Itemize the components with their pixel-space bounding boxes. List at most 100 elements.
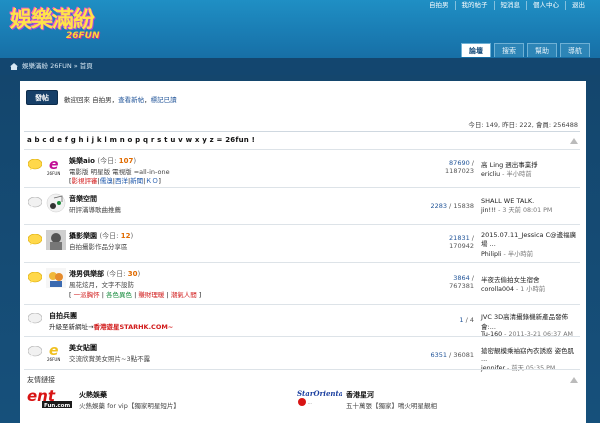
e-26fun-icon: e 26FUN bbox=[47, 343, 60, 362]
subforum-link[interactable]: ＫＯ bbox=[145, 177, 158, 185]
last-post-user[interactable]: corolla004 bbox=[481, 286, 514, 293]
entfun-logo[interactable]: ent Fun.com bbox=[26, 387, 74, 409]
tab-search[interactable]: 搜索 bbox=[494, 43, 524, 57]
forum-description: 風花炫月，文字不設防 bbox=[69, 281, 134, 289]
category-title[interactable]: a b c d e f g h i j k l m n o p q r s t … bbox=[27, 136, 255, 144]
forum-panel: 發帖 歡迎回來 自拍男，查看新帖，標記已讀 今日: 149, 昨日: 222, … bbox=[20, 81, 586, 423]
breadcrumb[interactable]: 娛樂滿紛 26FUN » 首頁 bbox=[22, 62, 93, 70]
topic-count: 1 bbox=[459, 316, 464, 324]
topnav-username[interactable]: 自拍男 bbox=[423, 1, 455, 10]
no-new-posts-bubble-icon bbox=[28, 197, 42, 208]
staroriental-logo-image: StarOriental ... bbox=[297, 389, 342, 406]
last-post-user[interactable]: jin!!! bbox=[481, 207, 496, 214]
post-count: 767381 bbox=[449, 282, 474, 290]
forum-title[interactable]: 攝影樂園 (今日: 12) bbox=[69, 231, 133, 241]
friend-link-desc: 火熱娛藥 for vip【獨家明星短片】 bbox=[79, 402, 180, 410]
svg-text:26FUN: 26FUN bbox=[47, 171, 60, 176]
friend-link-title[interactable]: 香港星河 bbox=[346, 390, 374, 400]
forum-name[interactable]: 攝影樂園 bbox=[69, 232, 97, 240]
forum-title[interactable]: 娛樂aio (今日: 107) bbox=[69, 156, 136, 166]
hk-men-icon bbox=[46, 268, 66, 288]
site-header: 娛樂滿紛 26FUN 自拍男 我的帖子 短消息 個人中心 退出 論壇 搜索 幫助… bbox=[0, 0, 600, 58]
subforum-link[interactable]: 各色異色 bbox=[106, 291, 132, 299]
site-logo[interactable]: 娛樂滿紛 26FUN bbox=[10, 2, 110, 46]
entfun-logo-image: ent Fun.com bbox=[27, 387, 72, 409]
topic-count: 21831 bbox=[449, 234, 470, 242]
tab-forum[interactable]: 論壇 bbox=[461, 43, 491, 57]
forum-name[interactable]: 音樂空間 bbox=[69, 195, 97, 203]
no-new-posts-bubble-icon bbox=[28, 313, 42, 324]
forum-row: 音樂空間 研評滿導歌曲推薦 2283 / 15838 SHALL WE TALK… bbox=[24, 191, 580, 223]
tab-help[interactable]: 幫助 bbox=[527, 43, 557, 57]
view-new-posts-link[interactable]: 查看新帖 bbox=[118, 96, 144, 104]
collapse-icon[interactable] bbox=[570, 377, 578, 383]
subforum-link[interactable]: 潮氣人間 bbox=[171, 291, 197, 299]
tab-navigation[interactable]: 導航 bbox=[560, 43, 590, 57]
last-post-time: 1 小時前 bbox=[520, 286, 546, 293]
forum-row: e 26FUN 美女貼圖 交流欣賞美女照片~3點不露 6351 / 36081 … bbox=[24, 340, 580, 372]
last-post-title[interactable]: 搶密靚模乘袖窈內衣誘惑 姿色肌 ... bbox=[481, 345, 581, 363]
friend-link-desc: 五十萬張【獨家】鳴火明星靚相 bbox=[346, 402, 437, 410]
post-count: 15838 bbox=[453, 202, 474, 210]
divider bbox=[24, 131, 580, 132]
collapse-icon[interactable] bbox=[570, 138, 578, 144]
friend-link-title[interactable]: 火熱娛藥 bbox=[79, 390, 107, 400]
forum-title[interactable]: 港男俱樂部 (今日: 30) bbox=[69, 269, 140, 279]
topic-count: 87690 bbox=[449, 159, 470, 167]
forum-name[interactable]: 娛樂aio bbox=[69, 157, 95, 165]
subforum-link[interactable]: 西洋 bbox=[115, 177, 128, 185]
topnav-logout[interactable]: 退出 bbox=[565, 1, 591, 10]
today-count: (今日: 107) bbox=[97, 157, 137, 165]
welcome-text: 歡迎回來 自拍男， bbox=[64, 96, 119, 104]
today-count: (今日: 12) bbox=[99, 232, 134, 240]
subforum-link[interactable]: 儒溴 bbox=[100, 177, 113, 185]
last-post-title[interactable]: SHALL WE TALK. bbox=[481, 197, 581, 205]
topnav-messages[interactable]: 短消息 bbox=[493, 1, 527, 10]
divider bbox=[24, 149, 580, 150]
forum-title[interactable]: 音樂空間 bbox=[69, 194, 97, 204]
last-post-user[interactable]: ericliu bbox=[481, 171, 500, 178]
last-post-time: 3 天前 08:01 PM bbox=[502, 207, 553, 214]
last-post: 搶密靚模乘袖窈內衣誘惑 姿色肌 ... jennifer - 前天 05:35 … bbox=[481, 345, 581, 372]
topnav-user-center[interactable]: 個人中心 bbox=[526, 1, 565, 10]
topic-count: 2283 bbox=[430, 202, 447, 210]
topnav-my-posts[interactable]: 我的帖子 bbox=[454, 1, 494, 10]
last-post-title[interactable]: 高 Ling 週出事業掙 bbox=[481, 159, 581, 169]
last-post: 2015.07.11_Jessica C@邊福廣場 ... Philipli -… bbox=[481, 231, 581, 258]
new-post-button[interactable]: 發帖 bbox=[26, 90, 58, 105]
forum-name[interactable]: 美女貼圖 bbox=[69, 344, 97, 352]
subforum-link[interactable]: 影視評審 bbox=[72, 177, 98, 185]
friend-links-heading: 友情鏈接 bbox=[27, 376, 55, 384]
divider bbox=[24, 262, 580, 263]
svg-text:26FUN: 26FUN bbox=[47, 357, 60, 362]
forum-name[interactable]: 港男俱樂部 bbox=[69, 270, 104, 278]
subforum-links: [影視評審|儒溴|西洋|新聞|ＫＯ] bbox=[69, 177, 161, 185]
forum-title[interactable]: 自拍兵團 bbox=[49, 311, 77, 321]
logo-lettering: ... bbox=[308, 400, 312, 405]
subforum-link[interactable]: 賺財理暖 bbox=[138, 291, 164, 299]
forum-row: 港男俱樂部 (今日: 30) 風花炫月，文字不設防 [ 一派胸怀 | 各色異色 … bbox=[24, 266, 580, 304]
last-post: JVC 3D高清攝錄機新產品發佈會:... Tu-160 - 2011-3-21… bbox=[481, 311, 581, 338]
post-count: 36081 bbox=[453, 351, 474, 359]
last-post: 半夜去偷拍女生宿舍 corolla004 - 1 小時前 bbox=[481, 274, 581, 293]
logo-lettering: StarOriental bbox=[297, 389, 342, 398]
forum-counts: 2283 / 15838 bbox=[430, 202, 474, 210]
forum-title[interactable]: 美女貼圖 bbox=[69, 343, 97, 353]
forum-row: e 26FUN 娛樂aio (今日: 107) 電影版 明星版 電視版 =all… bbox=[24, 153, 580, 186]
music-icon bbox=[46, 193, 66, 213]
forum-row: 攝影樂園 (今日: 12) 自拍攝影作品分享區 21831 / 170942 2… bbox=[24, 228, 580, 261]
subforum-link[interactable]: 新聞 bbox=[130, 177, 143, 185]
forum-description: 升級至新網址→香港遊星STARHK.COM~ bbox=[49, 323, 174, 331]
subforum-link[interactable]: 一派胸怀 bbox=[74, 291, 100, 299]
home-icon[interactable] bbox=[10, 63, 18, 70]
mark-read-link[interactable]: 標記已讀 bbox=[151, 96, 177, 104]
forum-name[interactable]: 自拍兵團 bbox=[49, 312, 77, 320]
staroriental-logo[interactable]: StarOriental ... bbox=[296, 387, 342, 409]
last-post-title[interactable]: 2015.07.11_Jessica C@邊福廣場 ... bbox=[481, 231, 581, 249]
last-post-title[interactable]: JVC 3D高清攝錄機新產品發佈會:... bbox=[481, 311, 581, 331]
last-post-user[interactable]: Philipli bbox=[481, 251, 502, 258]
new-site-link[interactable]: 香港遊星STARHK.COM~ bbox=[93, 323, 173, 331]
last-post-title[interactable]: 半夜去偷拍女生宿舍 bbox=[481, 274, 581, 284]
forum-counts: 21831 / 170942 bbox=[399, 234, 474, 250]
subforum-links: [ 一派胸怀 | 各色異色 | 賺財理暖 | 潮氣人間 ] bbox=[69, 291, 202, 299]
